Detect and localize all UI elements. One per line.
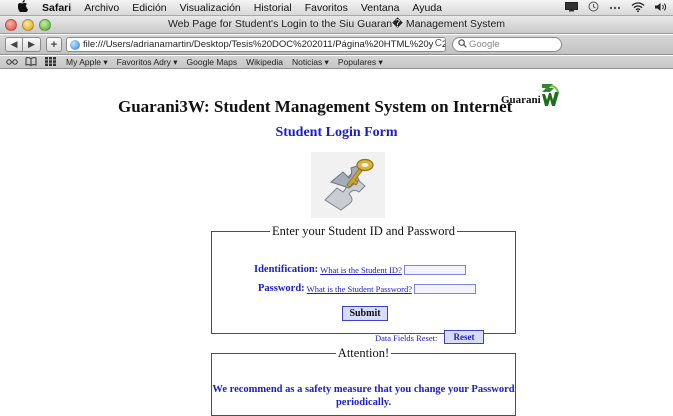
bookmarks-bar: My Apple ▾ Favoritos Adry ▾ Google Maps …	[0, 56, 673, 69]
submit-button[interactable]: Submit	[342, 306, 388, 321]
window-title: Web Page for Student's Login to the Siu …	[167, 18, 506, 30]
student-id-help-link[interactable]: What is the Student ID?	[320, 265, 402, 275]
attention-legend: Attention!	[337, 346, 390, 360]
book-icon[interactable]	[24, 56, 38, 68]
window-title-bar: Web Page for Student's Login to the Siu …	[0, 16, 673, 34]
password-row: Password: What is the Student Password?	[258, 283, 476, 294]
status-icons	[565, 0, 667, 16]
password-input[interactable]	[413, 283, 476, 294]
logo-text: Guarani	[501, 94, 541, 106]
grid-icon[interactable]	[43, 56, 57, 68]
password-label: Password:	[258, 283, 305, 294]
menu-ayuda[interactable]: Ayuda	[412, 2, 442, 14]
bookmark-my-apple[interactable]: My Apple ▾	[66, 57, 108, 68]
bluetooth-dots-icon[interactable]	[609, 3, 621, 14]
back-button[interactable]: ◀	[5, 37, 23, 52]
address-bar[interactable]: file:///Users/adrianamartin/Desktop/Tesi…	[66, 37, 446, 52]
logo-3w-icon	[539, 82, 561, 113]
key-puzzle-image	[311, 152, 385, 218]
guarani-logo: Guarani	[501, 82, 561, 110]
reset-button[interactable]: Reset	[444, 330, 484, 344]
time-machine-icon[interactable]	[588, 1, 599, 15]
screen-icon[interactable]	[565, 1, 578, 15]
bookmark-noticias[interactable]: Noticias ▾	[292, 57, 329, 68]
identification-row: Identification: What is the Student ID?	[254, 264, 466, 275]
forward-button[interactable]: ▶	[23, 37, 41, 52]
menu-safari[interactable]: Safari	[42, 2, 71, 14]
page-content: Guarani3W: Student Management System on …	[0, 70, 673, 416]
reload-button[interactable]: C	[432, 38, 442, 49]
volume-icon[interactable]	[655, 2, 667, 15]
apple-icon[interactable]	[16, 0, 30, 15]
browser-toolbar: ◀ ▶ + file:///Users/adrianamartin/Deskto…	[0, 35, 673, 55]
reset-label: Data Fields Reset:	[375, 333, 438, 343]
page-title: Guarani3W: Student Management System on …	[118, 97, 513, 116]
menu-historial[interactable]: Historial	[254, 2, 292, 14]
menu-ventana[interactable]: Ventana	[361, 2, 400, 14]
add-bookmark-button[interactable]: +	[46, 37, 62, 52]
login-form-subtitle: Student Login Form	[275, 125, 398, 140]
attention-fieldset: Attention! We recommend as a safety meas…	[211, 346, 516, 416]
reading-glasses-icon[interactable]	[5, 57, 19, 67]
menu-visualizacion[interactable]: Visualización	[180, 2, 241, 14]
bookmark-google-maps[interactable]: Google Maps	[187, 57, 238, 67]
login-fieldset: Enter your Student ID and Password Ident…	[211, 224, 516, 344]
wifi-icon[interactable]	[631, 1, 645, 15]
address-text[interactable]: file:///Users/adrianamartin/Desktop/Tesi…	[83, 39, 445, 50]
menu-archivo[interactable]: Archivo	[84, 2, 119, 14]
bookmark-favoritos-adry[interactable]: Favoritos Adry ▾	[117, 57, 178, 68]
login-legend: Enter your Student ID and Password	[272, 224, 455, 238]
identification-label: Identification:	[254, 264, 319, 275]
search-field[interactable]: Google	[452, 37, 562, 52]
identification-input[interactable]	[403, 264, 466, 275]
search-placeholder: Google	[469, 39, 500, 50]
nav-buttons: ◀ ▶	[5, 37, 41, 52]
menu-edicion[interactable]: Edición	[132, 2, 166, 14]
bookmark-populares[interactable]: Populares ▾	[338, 57, 383, 68]
menu-favoritos[interactable]: Favoritos	[305, 2, 348, 14]
attention-message: We recommend as a safety measure that yo…	[212, 384, 515, 408]
student-password-help-link[interactable]: What is the Student Password?	[307, 284, 412, 294]
mac-menu-bar: Safari Archivo Edición Visualización His…	[0, 0, 673, 16]
search-icon	[458, 38, 467, 51]
globe-icon	[70, 39, 80, 50]
bookmark-wikipedia[interactable]: Wikipedia	[246, 57, 283, 67]
